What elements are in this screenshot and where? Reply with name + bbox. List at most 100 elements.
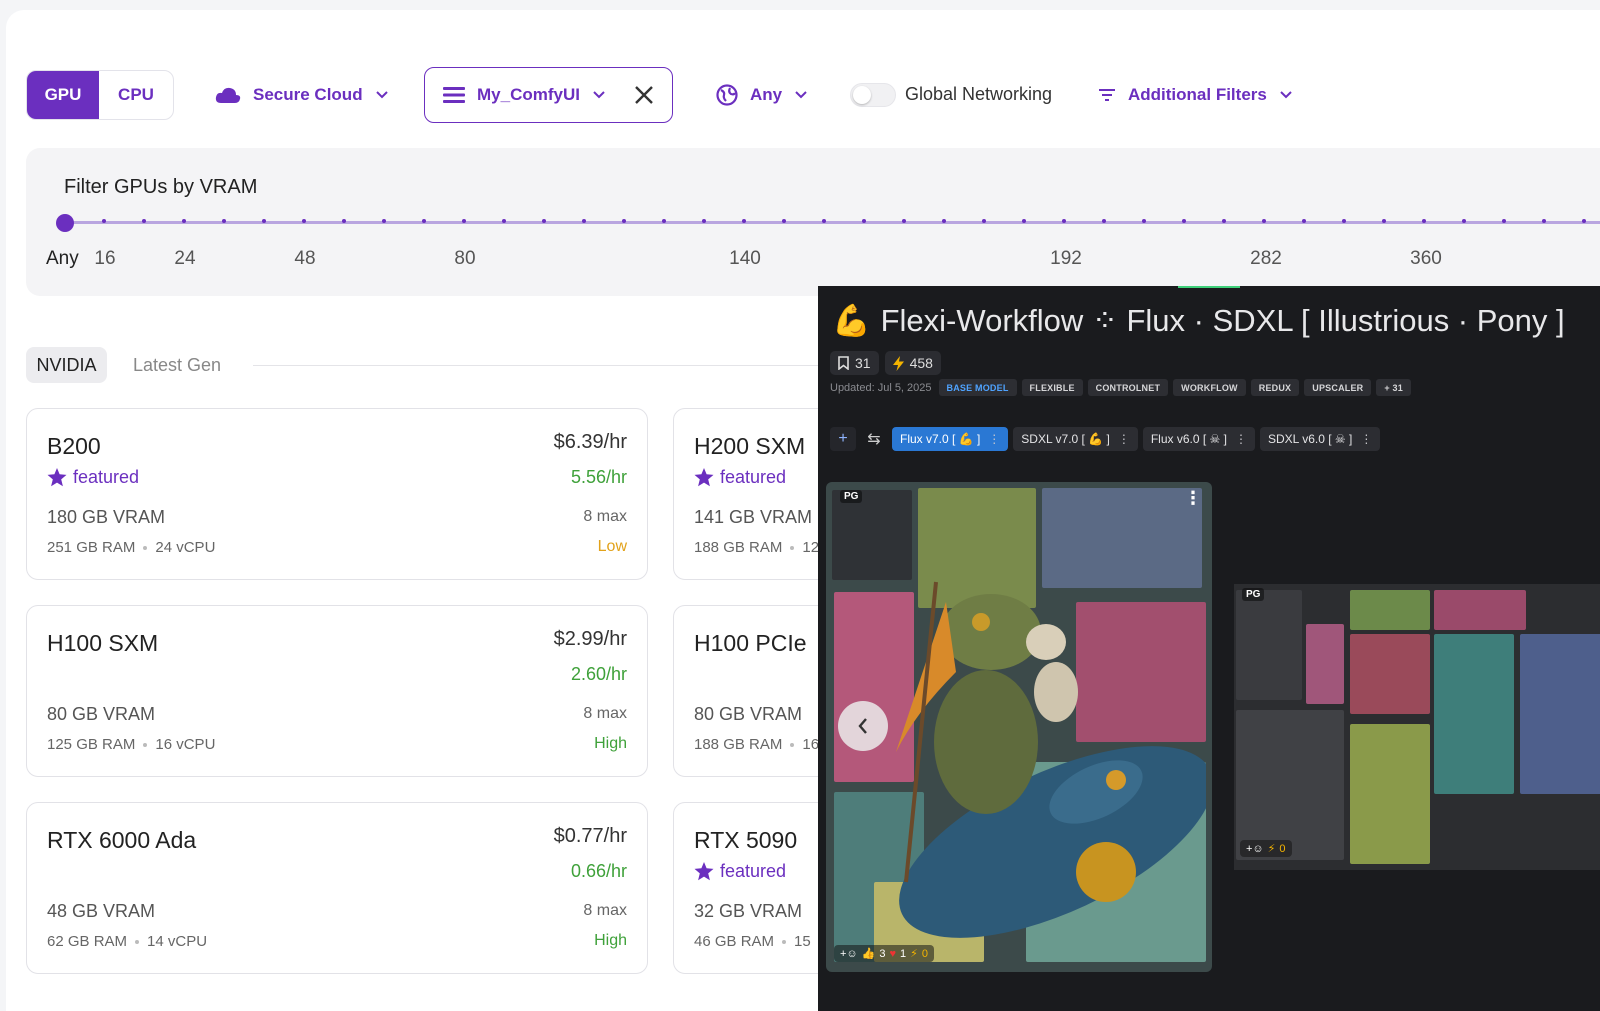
global-networking-switch[interactable]: [850, 83, 896, 107]
region-label: Any: [750, 85, 783, 104]
gpu-spot-price: 0.66/hr: [570, 861, 627, 881]
tag-redux[interactable]: REDUX: [1250, 379, 1300, 396]
kebab-menu-icon[interactable]: ⋮: [1118, 432, 1130, 446]
vram-slider-step: [1422, 219, 1426, 223]
vram-slider-step: [662, 219, 666, 223]
image-reactions[interactable]: +☺ 👍 3 ♥ 1 ⚡ 0: [834, 945, 934, 962]
gpu-vcpu: 14 vCPU: [147, 933, 208, 950]
image-reactions[interactable]: +☺ ⚡ 0: [1240, 840, 1292, 857]
gpu-specs: 251 GB RAM 24 vCPU: [47, 539, 215, 556]
kebab-menu-icon[interactable]: ⋮: [1235, 432, 1247, 446]
kebab-menu-icon[interactable]: ⋮: [988, 432, 1000, 446]
version-tab[interactable]: SDXL v7.0 [ 💪 ] ⋮: [1013, 427, 1138, 451]
vram-slider-thumb[interactable]: [56, 214, 74, 232]
gpu-ram: 46 GB RAM: [694, 933, 775, 950]
vram-slider-step: [502, 219, 506, 223]
gpu-availability: Low: [597, 538, 627, 555]
add-reaction-icon[interactable]: +☺: [1246, 843, 1264, 855]
vram-slider-step: [542, 219, 546, 223]
globe-icon: [716, 84, 738, 106]
spec-separator: [135, 939, 140, 944]
heart-count: 1: [900, 947, 907, 960]
vram-slider-step: [1302, 219, 1306, 223]
tag-flexible[interactable]: FLEXIBLE: [1021, 379, 1083, 396]
additional-filters-dropdown[interactable]: Additional Filters: [1098, 70, 1293, 120]
vram-slider-step: [1062, 219, 1066, 223]
template-label: My_ComfyUI: [477, 85, 580, 104]
vram-slider-step: [862, 219, 866, 223]
add-version-button[interactable]: +: [830, 427, 856, 451]
vram-slider-step: [1222, 219, 1226, 223]
cpu-tab[interactable]: CPU: [99, 71, 173, 119]
tab-nvidia[interactable]: NVIDIA: [26, 347, 107, 383]
gpu-vram: 48 GB VRAM: [47, 901, 156, 921]
gallery-side-image[interactable]: PG +☺ ⚡ 0: [1234, 584, 1600, 870]
featured-label: featured: [720, 467, 787, 487]
gpu-card-b200[interactable]: B200 featured 180 GB VRAM 251 GB RAM 24 v…: [26, 408, 648, 580]
bookmark-count[interactable]: 31: [830, 351, 879, 375]
template-list-icon: [443, 87, 465, 103]
add-reaction-icon[interactable]: +☺: [840, 948, 858, 960]
gpu-ram: 188 GB RAM: [694, 539, 783, 556]
version-tab[interactable]: SDXL v6.0 [ ☠ ] ⋮: [1259, 427, 1381, 451]
gpu-spot-price: 5.56/hr: [570, 467, 627, 487]
gpu-specs: 62 GB RAM 14 vCPU: [47, 933, 207, 950]
bolt-count[interactable]: 458: [884, 351, 941, 375]
workflow-title-text: Flexi-Workflow ⁘ Flux · SDXL [ Illustrio…: [880, 302, 1565, 338]
gpu-max-count: 8 max: [583, 705, 627, 722]
gpu-card-h100-sxm[interactable]: H100 SXM 80 GB VRAM 125 GB RAM 16 vCPU $2…: [26, 605, 648, 777]
gpu-name: RTX 6000 Ada: [47, 827, 197, 853]
vram-slider-step: [1142, 219, 1146, 223]
gpu-price: $6.39/hr: [553, 431, 627, 453]
tag-base-model[interactable]: BASE MODEL: [938, 379, 1017, 396]
vram-slider-track[interactable]: [64, 221, 1600, 224]
vram-slider-step: [782, 219, 786, 223]
region-dropdown[interactable]: Any: [716, 70, 808, 120]
kebab-menu-icon[interactable]: ⋮: [1360, 432, 1372, 446]
vram-slider-step: [742, 219, 746, 223]
gpu-name: RTX 5090: [694, 827, 798, 853]
gpu-specs: 46 GB RAM 15: [694, 933, 811, 950]
cloud-icon: [215, 87, 241, 103]
vram-slider-step: [982, 219, 986, 223]
tab-latest-gen[interactable]: Latest Gen: [133, 355, 221, 376]
heart-icon: ♥: [889, 947, 897, 960]
vram-tick-label: 80: [454, 248, 476, 269]
vram-slider-step: [342, 219, 346, 223]
gpu-tab[interactable]: GPU: [27, 71, 99, 119]
version-label: Flux v6.0 [ ☠ ]: [1150, 432, 1227, 446]
gpu-availability: High: [594, 932, 627, 949]
tag-more[interactable]: + 31: [1376, 379, 1411, 396]
workflow-node: [1520, 634, 1600, 794]
tag-upscaler[interactable]: UPSCALER: [1304, 379, 1372, 396]
workflow-node: [1236, 590, 1302, 700]
gpu-name: B200: [47, 433, 101, 459]
tag-controlnet[interactable]: CONTROLNET: [1087, 379, 1169, 396]
vram-slider-step: [1262, 219, 1266, 223]
gallery-prev-button[interactable]: [838, 701, 888, 751]
cloud-dropdown[interactable]: Secure Cloud: [215, 70, 389, 120]
workflow-node: [1350, 590, 1430, 630]
star-icon: [694, 862, 714, 881]
gpu-ram: 62 GB RAM: [47, 933, 128, 950]
gpu-max-count: 8 max: [583, 902, 627, 919]
template-dropdown[interactable]: My_ComfyUI: [424, 67, 673, 123]
rating-badge: PG: [1242, 588, 1265, 601]
gpu-specs: 125 GB RAM 16 vCPU: [47, 736, 215, 753]
close-icon[interactable]: [634, 85, 654, 105]
gpu-ram: 188 GB RAM: [694, 736, 783, 753]
gpu-card-rtx-6000-ada[interactable]: RTX 6000 Ada 48 GB VRAM 62 GB RAM 14 vCPU…: [26, 802, 648, 974]
version-tab[interactable]: Flux v6.0 [ ☠ ] ⋮: [1142, 427, 1255, 451]
gpu-vcpu: 12: [802, 539, 820, 556]
vram-slider-step: [1382, 219, 1386, 223]
chevron-down-icon: [593, 91, 605, 99]
gpu-vram: 80 GB VRAM: [47, 704, 156, 724]
vram-tick-label: 282: [1250, 248, 1282, 269]
vram-slider-step: [942, 219, 946, 223]
tag-workflow[interactable]: WORKFLOW: [1173, 379, 1246, 396]
gpu-name: H100 PCIe: [694, 630, 807, 656]
kebab-menu-icon[interactable]: ⋮: [1184, 488, 1202, 509]
version-tab[interactable]: Flux v7.0 [ 💪 ] ⋮: [892, 427, 1009, 451]
swap-icon[interactable]: ⇆: [861, 427, 887, 451]
chevron-down-icon: [375, 91, 388, 99]
